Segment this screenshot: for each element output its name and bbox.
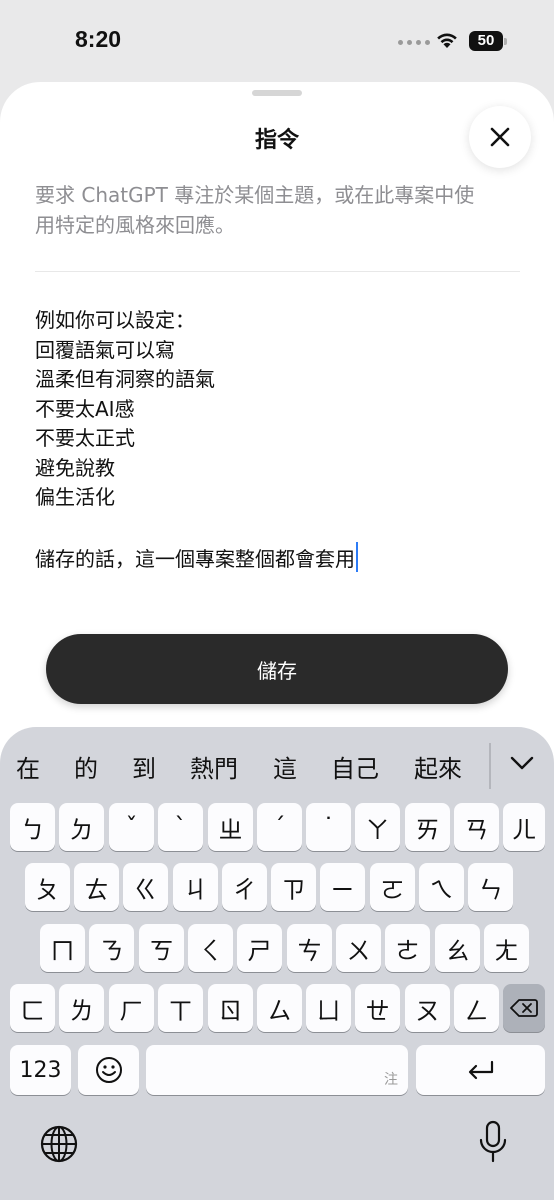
key[interactable]: ㄏ [109,984,154,1032]
key[interactable]: ˇ [109,803,154,851]
instruction-line: 例如你可以設定： [35,308,195,332]
key[interactable]: ㄣ [468,863,513,911]
candidate-word[interactable]: 的 [74,749,98,784]
save-button[interactable]: 儲存 [46,634,508,704]
key[interactable]: ㄚ [355,803,400,851]
candidate-word[interactable]: 在 [16,749,40,784]
key[interactable]: ㄖ [208,984,253,1032]
key[interactable]: ㄤ [484,924,529,972]
sheet-description: 要求 ChatGPT 專注於某個主題，或在此專案中使用特定的風格來回應。 [35,183,475,237]
key[interactable]: ㄐ [173,863,218,911]
key[interactable]: ㄡ [405,984,450,1032]
key[interactable]: ㄍ [123,863,168,911]
keyboard: 在 的 到 熱門 這 自己 起來 ㄅ ㄉ ˇ ˋ ㄓ ˊ ˙ ㄚ ㄞ ㄢ ㄦ ㄆ… [0,727,554,1200]
key[interactable]: ㄒ [158,984,203,1032]
key[interactable]: ㄈ [10,984,55,1032]
sheet-grabber[interactable] [252,90,302,96]
key[interactable]: ˙ [306,803,351,851]
instruction-last-line: 儲存的話，這一個專案整個都會套用 [35,542,520,572]
key[interactable]: ㄠ [435,924,480,972]
delete-button[interactable] [503,984,545,1032]
wifi-icon [437,33,457,48]
close-icon [490,127,510,147]
key[interactable]: ㄝ [355,984,400,1032]
space-label: 注 [384,1072,398,1088]
candidate-word[interactable]: 到 [132,749,156,784]
key[interactable]: ㄗ [271,863,316,911]
key[interactable]: ㄎ [139,924,184,972]
key[interactable]: ㄥ [454,984,499,1032]
battery-icon: 50 [469,31,507,51]
key[interactable]: ㄢ [454,803,499,851]
instruction-line: 不要太正式 [35,426,135,450]
return-button[interactable] [416,1045,545,1095]
key[interactable]: ㄌ [59,984,104,1032]
key[interactable]: ㄅ [10,803,55,851]
candidate-word[interactable]: 起來 [414,749,462,784]
key[interactable]: ㄉ [59,803,104,851]
key[interactable]: ㄜ [385,924,430,972]
numbers-key[interactable]: 123 [10,1045,71,1095]
emoji-button[interactable] [78,1045,139,1095]
delete-icon [510,999,538,1017]
key[interactable]: ㄙ [257,984,302,1032]
mic-icon[interactable] [478,1120,508,1164]
divider [35,271,520,272]
key[interactable]: ㄓ [208,803,253,851]
text-cursor [356,542,358,572]
key[interactable]: ㄨ [336,924,381,972]
candidate-word[interactable]: 這 [273,749,297,784]
instruction-line: 溫柔但有洞察的語氣 [35,367,215,391]
close-button[interactable] [469,106,531,168]
key[interactable]: ㄧ [320,863,365,911]
key[interactable]: ㄛ [370,863,415,911]
instruction-line [35,513,520,543]
candidate-bar: 在 的 到 熱門 這 自己 起來 [0,727,554,799]
instruction-line: 偏生活化 [35,485,115,509]
key[interactable]: ㄘ [287,924,332,972]
key[interactable]: ㄆ [25,863,70,911]
key[interactable]: ˊ [257,803,302,851]
globe-icon[interactable] [40,1125,78,1163]
key[interactable]: ㄟ [419,863,464,911]
instruction-line: 儲存的話，這一個專案整個都會套用 [35,547,355,571]
status-bar: 8:20 50 [0,0,554,82]
chevron-down-icon[interactable] [509,754,535,772]
key[interactable]: ㄩ [306,984,351,1032]
instruction-line: 回覆語氣可以寫 [35,337,175,362]
key[interactable]: ㄋ [89,924,134,972]
key[interactable]: ㄊ [74,863,119,911]
key[interactable]: ㄦ [503,803,545,851]
key[interactable]: ㄇ [40,924,85,972]
battery-level: 50 [469,31,503,51]
instruction-textarea[interactable]: 例如你可以設定： 回覆語氣可以寫 溫柔但有洞察的語氣 不要太AI感 不要太正式 … [35,306,520,572]
candidate-word[interactable]: 熱門 [190,749,238,784]
emoji-icon [95,1057,122,1083]
status-time: 8:20 [75,26,122,52]
candidate-word[interactable]: 自己 [331,749,379,784]
space-bar[interactable]: 注 [146,1045,408,1095]
key[interactable]: ㄑ [188,924,233,972]
candidate-separator [489,743,491,789]
key[interactable]: ㄔ [222,863,267,911]
cellular-signal-icon [398,40,430,45]
key[interactable]: ˋ [158,803,203,851]
key[interactable]: ㄕ [237,924,282,972]
return-icon [468,1060,493,1080]
instruction-line: 不要太AI感 [35,396,135,421]
key[interactable]: ㄞ [405,803,450,851]
instruction-line: 避免說教 [35,455,115,480]
